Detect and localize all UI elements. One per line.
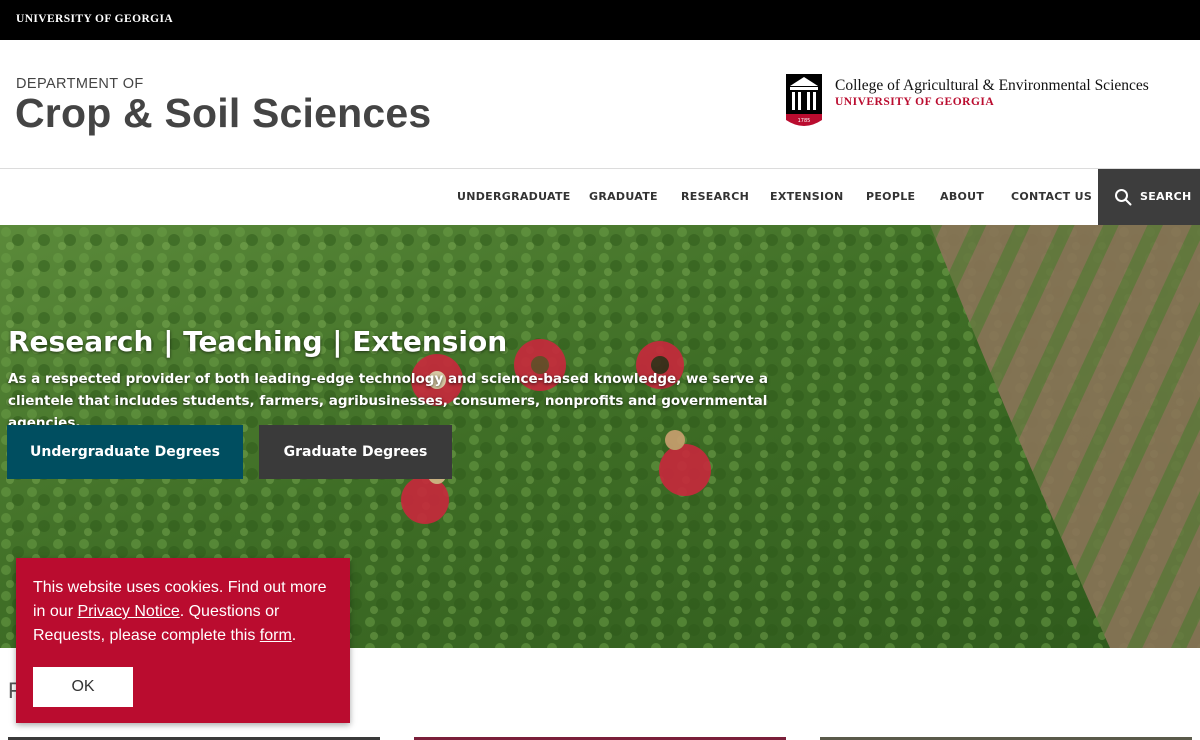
college-logo-link[interactable]: 1785 College of Agricultural & Environme… [786, 74, 1196, 130]
nav-research[interactable]: RESEARCH [681, 190, 749, 203]
graduate-degrees-button[interactable]: Graduate Degrees [259, 425, 452, 479]
university-home-link[interactable]: UNIVERSITY OF GEORGIA [16, 13, 173, 25]
university-topbar: UNIVERSITY OF GEORGIA [0, 0, 1200, 40]
nav-people[interactable]: PEOPLE [866, 190, 915, 203]
nav-about[interactable]: ABOUT [940, 190, 984, 203]
cookie-form-link[interactable]: form [260, 627, 292, 644]
cookie-banner: This website uses cookies. Find out more… [16, 558, 350, 723]
nav-undergraduate[interactable]: UNDERGRADUATE [457, 190, 571, 203]
privacy-notice-link[interactable]: Privacy Notice [77, 603, 179, 620]
hero-title: Research | Teaching | Extension [8, 325, 508, 358]
department-name-link[interactable]: Crop & Soil Sciences [15, 90, 431, 137]
undergraduate-degrees-button[interactable]: Undergraduate Degrees [7, 425, 243, 479]
search-icon [1115, 189, 1132, 206]
cookie-text-part-3: . [291, 627, 297, 644]
main-nav: UNDERGRADUATE GRADUATE RESEARCH EXTENSIO… [0, 169, 1200, 225]
logo-year: 1785 [798, 118, 811, 124]
search-button[interactable]: SEARCH [1098, 169, 1200, 225]
nav-extension[interactable]: EXTENSION [770, 190, 844, 203]
nav-graduate[interactable]: GRADUATE [589, 190, 658, 203]
cookie-message: This website uses cookies. Find out more… [33, 576, 338, 648]
cookie-ok-button[interactable]: OK [33, 667, 133, 707]
nav-contact-us[interactable]: CONTACT US [1011, 190, 1092, 203]
college-university: UNIVERSITY OF GEORGIA [835, 96, 995, 108]
uga-arch-logo-icon: 1785 [786, 74, 822, 126]
masthead: DEPARTMENT OF Crop & Soil Sciences 1785 … [0, 40, 1200, 169]
search-label: SEARCH [1140, 190, 1192, 203]
college-name: College of Agricultural & Environmental … [835, 77, 1149, 94]
